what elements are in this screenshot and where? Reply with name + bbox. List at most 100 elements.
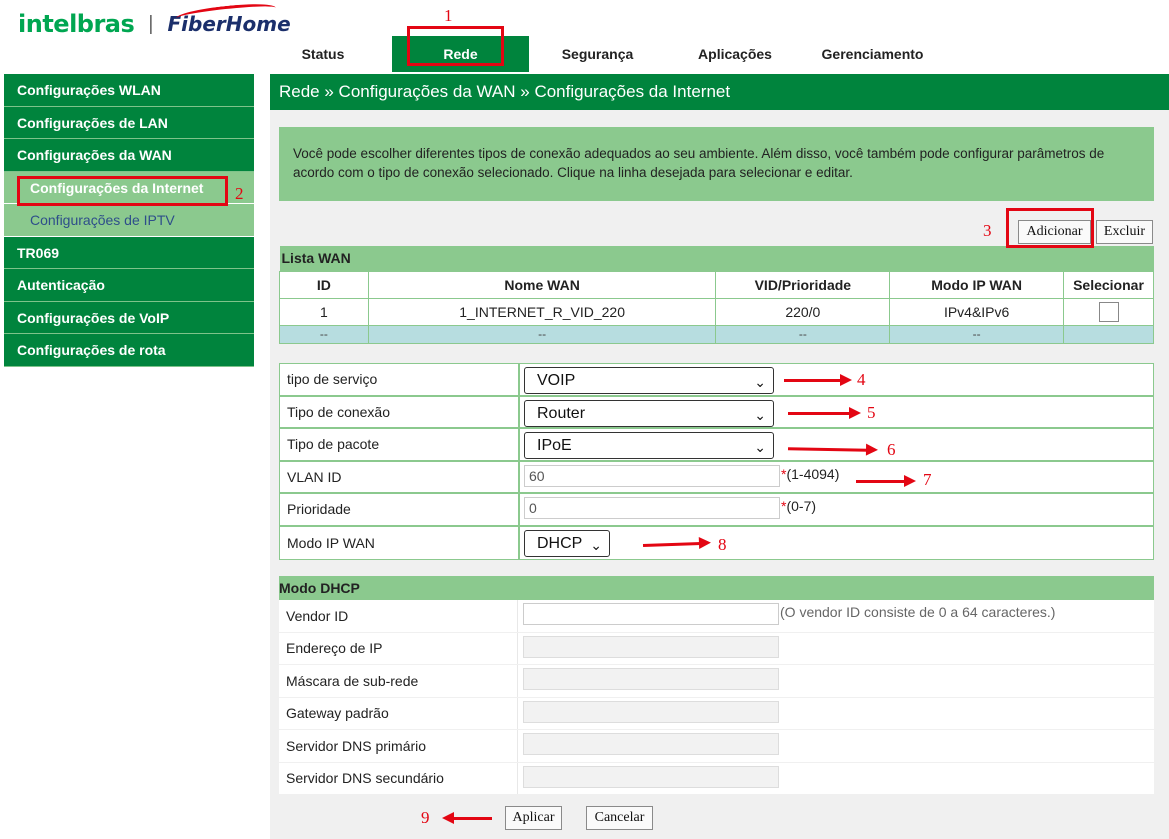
packet-type-value: IPoE xyxy=(537,437,572,454)
cell-wan-name: 1_INTERNET_R_VID_220 xyxy=(367,297,717,326)
delete-button[interactable]: Excluir xyxy=(1096,220,1153,244)
priority-input[interactable]: 0 xyxy=(524,497,780,519)
cell-select xyxy=(1063,324,1154,344)
packet-type-select[interactable]: IPoE ⌄ xyxy=(524,432,774,459)
dns-primary-label: Servidor DNS primário xyxy=(286,737,427,754)
gateway-row: Gateway padrão xyxy=(279,697,1154,730)
cell-select xyxy=(1063,297,1154,326)
sidebar-item-tr069[interactable]: TR069 xyxy=(4,236,254,269)
table-row[interactable]: 1 1_INTERNET_R_VID_220 220/0 IPv4&IPv6 xyxy=(279,297,1154,326)
vlan-id-input[interactable]: 60 xyxy=(524,464,780,487)
annotation-number: 4 xyxy=(857,370,866,389)
apply-button[interactable]: Aplicar xyxy=(505,806,562,830)
annotation-number: 8 xyxy=(718,535,727,554)
annotation-box-rede xyxy=(407,26,504,66)
priority-hint: *(0-7) xyxy=(781,498,816,514)
cell-wan-name: -- xyxy=(367,324,717,344)
col-wan-ip-mode: Modo IP WAN xyxy=(889,270,1064,299)
wan-ip-mode-row: Modo IP WAN DHCP ⌄ xyxy=(280,526,1153,559)
table-row[interactable]: -- -- -- -- xyxy=(279,324,1154,344)
sidebar-item-wlan[interactable]: Configurações WLAN xyxy=(4,74,254,107)
dns-primary-row: Servidor DNS primário xyxy=(279,730,1154,763)
dhcp-caption: Modo DHCP xyxy=(279,576,1154,600)
tab-seguranca[interactable]: Segurança xyxy=(540,36,655,72)
arrow-left-icon xyxy=(442,812,492,824)
packet-type-row: Tipo de pacote IPoE ⌄ xyxy=(280,429,1153,462)
annotation-number: 7 xyxy=(923,470,932,489)
packet-type-label: Tipo de pacote xyxy=(287,436,380,453)
dns-secondary-row: Servidor DNS secundário xyxy=(279,762,1154,795)
wan-list-caption: Lista WAN xyxy=(279,246,1154,271)
tab-status[interactable]: Status xyxy=(275,36,371,72)
logo: intelbras | FiberHome xyxy=(18,0,291,42)
connection-type-row: Tipo de conexão Router ⌄ xyxy=(280,396,1153,429)
priority-label: Prioridade xyxy=(287,501,351,518)
cancel-button[interactable]: Cancelar xyxy=(586,806,653,830)
arrow-right-icon xyxy=(784,374,852,386)
info-box: Você pode escolher diferentes tipos de c… xyxy=(279,127,1154,201)
vendor-id-row: Vendor ID (O vendor ID consiste de 0 a 6… xyxy=(279,600,1154,633)
sidebar-item-lan[interactable]: Configurações de LAN xyxy=(4,106,254,139)
vlan-id-row: VLAN ID 60 *(1-4094) xyxy=(280,461,1153,494)
wan-ip-mode-label: Modo IP WAN xyxy=(287,534,375,551)
subnet-mask-input xyxy=(523,668,779,690)
cell-mode: IPv4&IPv6 xyxy=(889,297,1064,326)
vendor-id-input[interactable] xyxy=(523,603,779,625)
col-id: ID xyxy=(279,270,369,299)
connection-type-label: Tipo de conexão xyxy=(287,403,390,420)
sidebar-item-autenticacao[interactable]: Autenticação xyxy=(4,269,254,302)
ip-address-input xyxy=(523,635,779,658)
service-type-select[interactable]: VOIP ⌄ xyxy=(524,367,774,394)
wan-ip-mode-select[interactable]: DHCP ⌄ xyxy=(524,529,610,557)
annotation-number: 5 xyxy=(867,403,876,422)
col-wan-name: Nome WAN xyxy=(367,270,717,299)
chevron-down-icon: ⌄ xyxy=(590,536,602,553)
service-type-row: tipo de serviço VOIP ⌄ xyxy=(280,364,1153,397)
annotation-number: 3 xyxy=(983,221,992,240)
vlan-id-label: VLAN ID xyxy=(287,468,342,485)
tab-aplicacoes[interactable]: Aplicações xyxy=(675,36,795,72)
cell-vid: 220/0 xyxy=(715,297,891,326)
dns-secondary-input xyxy=(523,765,779,788)
top-navigation: Status Rede Segurança Aplicações Gerenci… xyxy=(255,36,1169,72)
cell-mode: -- xyxy=(889,324,1064,344)
vendor-id-label: Vendor ID xyxy=(286,607,349,624)
annotation-number: 6 xyxy=(887,440,896,459)
arrow-right-icon xyxy=(788,407,861,419)
logo-separator: | xyxy=(148,12,154,35)
chevron-down-icon: ⌄ xyxy=(754,406,766,423)
priority-range: (0-7) xyxy=(786,498,817,514)
select-checkbox[interactable] xyxy=(1098,301,1119,322)
wan-list-table: Lista WAN ID Nome WAN VID/Prioridade Mod… xyxy=(279,246,1154,344)
vlan-id-hint: *(1-4094) xyxy=(781,466,839,482)
dns-primary-input xyxy=(523,733,779,755)
service-type-value: VOIP xyxy=(537,372,576,389)
arrow-right-icon xyxy=(856,475,916,487)
connection-form: tipo de serviço VOIP ⌄ Tipo de conexão R… xyxy=(279,363,1154,560)
annotation-number: 2 xyxy=(235,184,244,203)
col-select: Selecionar xyxy=(1063,270,1154,299)
cell-vid: -- xyxy=(715,324,891,344)
connection-type-select[interactable]: Router ⌄ xyxy=(524,399,774,427)
sidebar-item-voip[interactable]: Configurações de VoIP xyxy=(4,301,254,334)
breadcrumb: Rede » Configurações da WAN » Configuraç… xyxy=(270,74,1169,110)
sidebar-item-wan[interactable]: Configurações da WAN xyxy=(4,139,254,172)
ip-address-row: Endereço de IP xyxy=(279,632,1154,665)
dhcp-section: Modo DHCP Vendor ID (O vendor ID consist… xyxy=(279,576,1154,795)
cell-id: 1 xyxy=(279,297,369,326)
subnet-mask-label: Máscara de sub-rede xyxy=(286,672,419,689)
intelbras-logo: intelbras xyxy=(18,10,135,38)
tab-gerenciamento[interactable]: Gerenciamento xyxy=(810,36,935,72)
annotation-number: 1 xyxy=(444,6,453,25)
cell-id: -- xyxy=(279,324,369,344)
gateway-label: Gateway padrão xyxy=(286,705,389,722)
connection-type-value: Router xyxy=(537,404,586,422)
annotation-number: 9 xyxy=(421,808,430,827)
ip-address-label: Endereço de IP xyxy=(286,640,383,657)
vendor-id-hint: (O vendor ID consiste de 0 a 64 caracter… xyxy=(780,604,1056,620)
gateway-input xyxy=(523,700,779,723)
sidebar-item-rota[interactable]: Configurações de rota xyxy=(4,334,254,367)
sidebar-item-iptv[interactable]: Configurações de IPTV xyxy=(4,204,254,237)
dns-secondary-label: Servidor DNS secundário xyxy=(286,770,444,787)
subnet-mask-row: Máscara de sub-rede xyxy=(279,665,1154,698)
